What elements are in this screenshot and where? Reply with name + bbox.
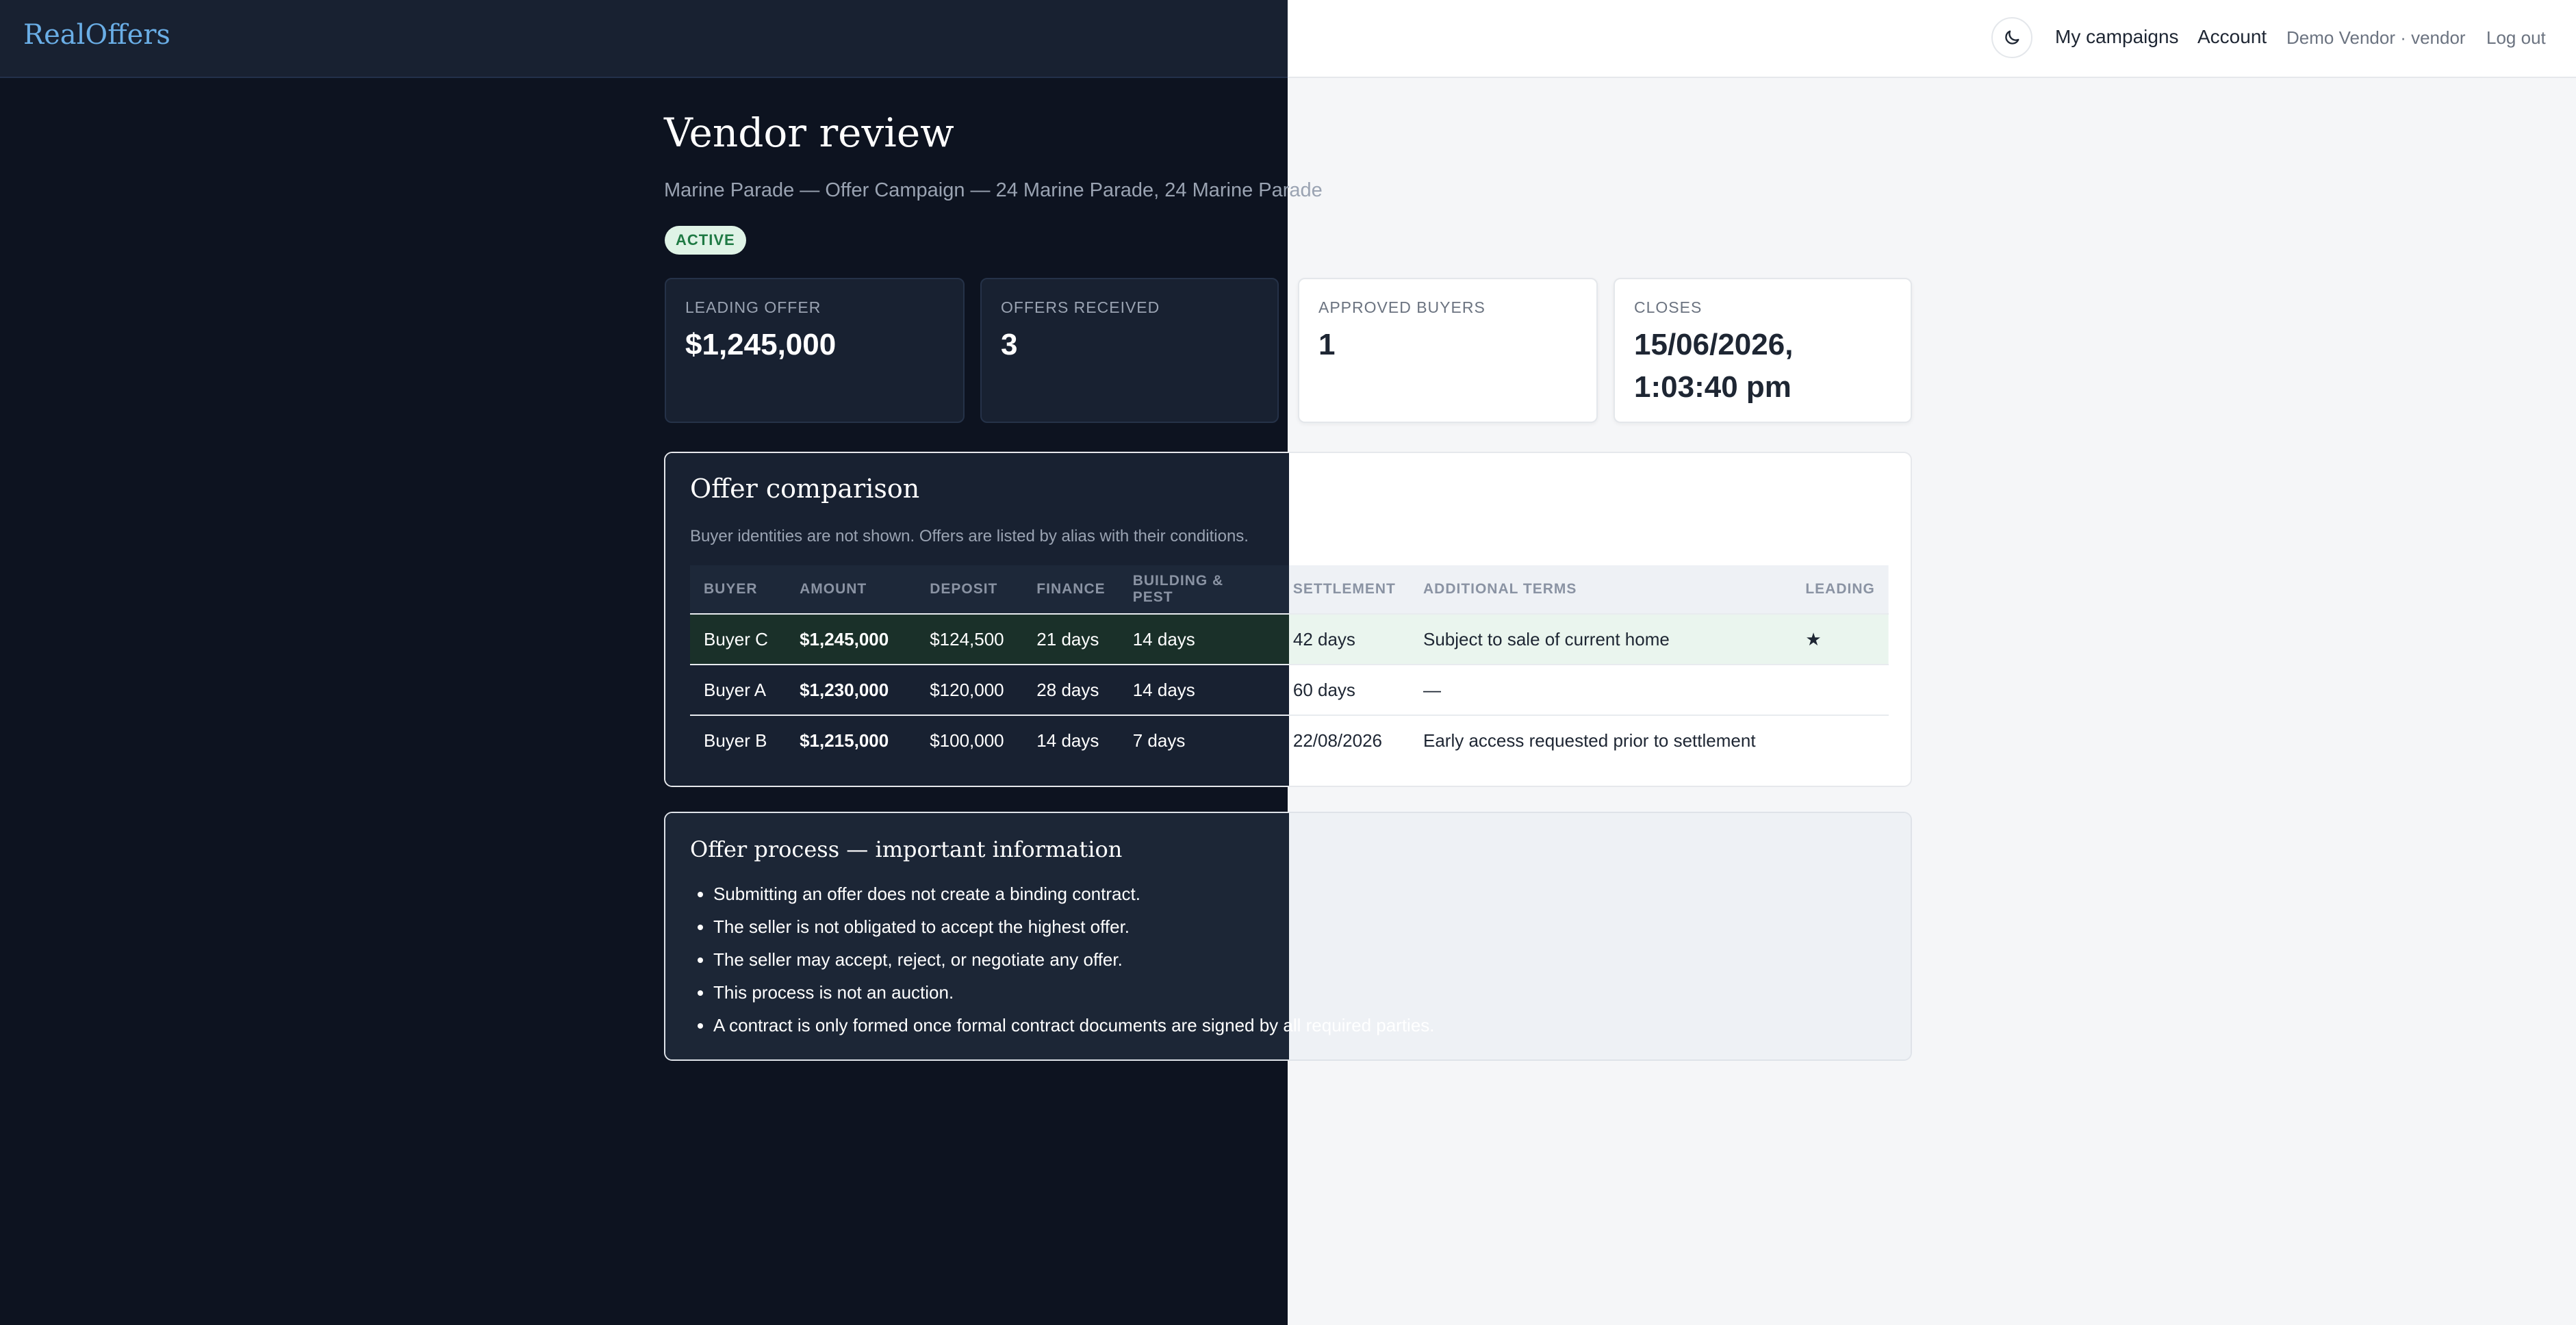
section-title: Offer process — important information bbox=[690, 836, 1123, 862]
offer-process-info-panel: Offer process — important information Su… bbox=[664, 812, 1912, 1061]
stat-label: OFFERS RECEIVED bbox=[1001, 298, 1160, 316]
list-item: Submitting an offer does not create a bi… bbox=[713, 877, 1435, 910]
cell-amount: $1,245,000 bbox=[786, 613, 917, 665]
section-note: Buyer identities are not shown. Offers a… bbox=[690, 527, 1249, 545]
offers-table: BUYER AMOUNT DEPOSIT FINANCE BUILDING & … bbox=[690, 565, 1889, 765]
logout-link[interactable]: Log out bbox=[2486, 27, 2546, 49]
cell-building-pest: 7 days bbox=[1119, 715, 1279, 765]
stat-value: 15/06/2026, 1:03:40 pm bbox=[1634, 324, 1891, 409]
star-icon: ★ bbox=[1791, 613, 1889, 665]
column-header: FINANCE bbox=[1036, 581, 1106, 597]
stat-card-closes: CLOSES 15/06/2026, 1:03:40 pm bbox=[1614, 278, 1912, 423]
list-item: This process is not an auction. bbox=[713, 976, 1435, 1009]
stat-card-leading-offer: LEADING OFFER $1,245,000 bbox=[665, 278, 965, 423]
cell-settlement: 42 days bbox=[1279, 613, 1410, 665]
cell-deposit: $100,000 bbox=[916, 715, 1023, 765]
stat-card-offers-received: OFFERS RECEIVED 3 bbox=[980, 278, 1279, 423]
cell-finance: 14 days bbox=[1023, 715, 1119, 765]
stat-value: 1 bbox=[1318, 328, 1336, 361]
cell-buyer: Buyer A bbox=[690, 664, 787, 715]
theme-toggle-button[interactable] bbox=[1991, 17, 2032, 58]
table-row: Buyer C $1,245,000 $124,500 21 days 14 d… bbox=[690, 613, 1889, 665]
cell-amount: $1,230,000 bbox=[786, 664, 917, 715]
cell-leading bbox=[1791, 664, 1889, 715]
column-header: BUILDING & PEST bbox=[1132, 573, 1224, 605]
cell-finance: 28 days bbox=[1023, 664, 1119, 715]
column-header: LEADING bbox=[1805, 581, 1875, 597]
cell-building-pest: 14 days bbox=[1119, 613, 1279, 665]
cell-settlement: 60 days bbox=[1279, 664, 1410, 715]
nav-account[interactable]: Account bbox=[2197, 26, 2267, 48]
column-header: DEPOSIT bbox=[930, 581, 998, 597]
close-date: 15/06/2026, bbox=[1634, 328, 1794, 361]
status-badge: ACTIVE bbox=[665, 226, 746, 255]
cell-terms: — bbox=[1409, 664, 1792, 715]
section-title: Offer comparison bbox=[690, 474, 920, 504]
stat-card-approved-buyers: APPROVED BUYERS 1 bbox=[1298, 278, 1598, 423]
top-navbar: RealOffers My campaigns Account Demo Ven… bbox=[0, 0, 2576, 78]
offer-comparison-panel: Offer comparison Buyer identities are no… bbox=[664, 452, 1912, 787]
close-time: 1:03:40 pm bbox=[1634, 370, 1791, 404]
current-user-label: Demo Vendor · vendor bbox=[2286, 27, 2466, 48]
cell-deposit: $120,000 bbox=[916, 664, 1023, 715]
nav-my-campaigns[interactable]: My campaigns bbox=[2055, 26, 2179, 48]
page-title: Vendor review bbox=[664, 110, 954, 156]
stat-label: LEADING OFFER bbox=[685, 298, 821, 316]
cell-leading bbox=[1791, 715, 1889, 765]
table-row: Buyer A $1,230,000 $120,000 28 days 14 d… bbox=[690, 664, 1889, 715]
moon-icon bbox=[2005, 30, 2019, 44]
cell-building-pest: 14 days bbox=[1119, 664, 1279, 715]
list-item: A contract is only formed once formal co… bbox=[713, 1009, 1435, 1042]
list-item: The seller is not obligated to accept th… bbox=[713, 910, 1435, 943]
cell-deposit: $124,500 bbox=[916, 613, 1023, 665]
column-header: SETTLEMENT bbox=[1292, 581, 1396, 597]
table-row: Buyer B $1,215,000 $100,000 14 days 7 da… bbox=[690, 715, 1889, 765]
page-subtitle: Marine Parade — Offer Campaign — 24 Mari… bbox=[664, 179, 1323, 201]
cell-terms: Early access requested prior to settleme… bbox=[1409, 715, 1792, 765]
cell-settlement: 22/08/2026 bbox=[1279, 715, 1410, 765]
cell-finance: 21 days bbox=[1023, 613, 1119, 665]
cell-buyer: Buyer B bbox=[690, 715, 787, 765]
list-item: The seller may accept, reject, or negoti… bbox=[713, 943, 1435, 976]
stat-label: CLOSES bbox=[1634, 298, 1703, 316]
column-header: AMOUNT bbox=[800, 581, 867, 597]
cell-amount: $1,215,000 bbox=[786, 715, 917, 765]
column-header: BUYER bbox=[704, 581, 758, 597]
stat-value: 3 bbox=[1001, 328, 1018, 361]
column-header: ADDITIONAL TERMS bbox=[1423, 581, 1577, 597]
logo[interactable]: RealOffers bbox=[23, 19, 170, 51]
table-header-row: BUYER AMOUNT DEPOSIT FINANCE BUILDING & … bbox=[690, 565, 1889, 614]
cell-terms: Subject to sale of current home bbox=[1409, 613, 1792, 665]
stat-value: $1,245,000 bbox=[685, 328, 837, 361]
info-list: Submitting an offer does not create a bi… bbox=[690, 877, 1435, 1042]
stat-label: APPROVED BUYERS bbox=[1318, 298, 1485, 316]
cell-buyer: Buyer C bbox=[690, 613, 787, 665]
